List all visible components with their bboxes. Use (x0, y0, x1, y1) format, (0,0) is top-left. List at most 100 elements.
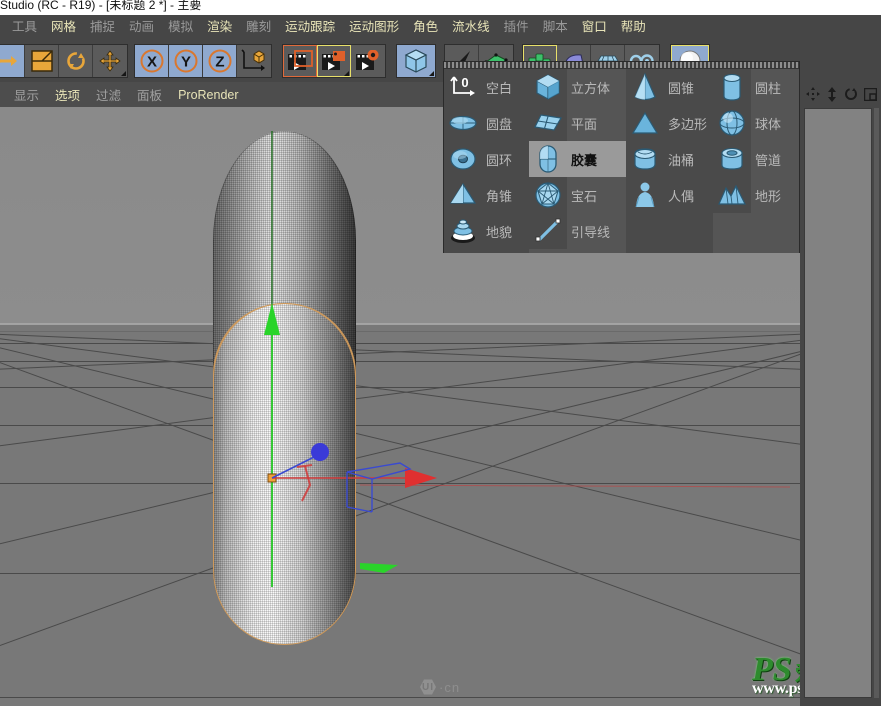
capsule-object-selected[interactable] (213, 303, 356, 645)
menu-item-motiontrack[interactable]: 运动跟踪 (278, 15, 342, 40)
window-titlebar: Studio (RC - R19) - [未标题 2 *] - 主要 (0, 0, 881, 15)
layout-icon[interactable] (864, 88, 877, 101)
viewport-menu-options[interactable]: 选项 (47, 85, 88, 104)
palette-item-disc[interactable]: 圆盘 (444, 105, 529, 141)
palette-item-label: 宝石 (567, 186, 597, 205)
palette-item-label: 多边形 (664, 114, 707, 133)
palette-item-cube[interactable]: 立方体 (529, 69, 626, 105)
scale-tool-icon[interactable] (826, 87, 838, 102)
polygon-icon (626, 105, 664, 141)
menu-item-window[interactable]: 窗口 (575, 15, 614, 40)
menu-item-plugins[interactable]: 插件 (497, 15, 536, 40)
palette-item-cone[interactable]: 圆锥 (626, 69, 713, 105)
null-object-icon: 0 (444, 69, 482, 105)
world-object-axis-button[interactable] (237, 45, 271, 77)
palette-item-label: 立方体 (567, 78, 610, 97)
object-manager-area[interactable] (804, 108, 872, 698)
menu-item-animation[interactable]: 动画 (122, 15, 161, 40)
palette-item-label: 圆锥 (664, 78, 694, 97)
svg-text:Y: Y (180, 54, 190, 71)
svg-text:0: 0 (461, 75, 468, 90)
render-settings-button[interactable] (351, 45, 385, 77)
palette-item-null[interactable]: 0 空白 (444, 69, 529, 105)
main-menubar[interactable]: 工具 网格 捕捉 动画 模拟 渲染 雕刻 运动跟踪 运动图形 角色 流水线 插件… (0, 15, 881, 40)
toolbar-group-render (282, 44, 386, 78)
palette-item-polygon[interactable]: 多边形 (626, 105, 713, 141)
grid-floor (0, 325, 800, 706)
relief-icon (713, 177, 751, 213)
palette-column-2: 立方体 平面 (529, 69, 626, 253)
capsule-icon (529, 141, 567, 177)
menu-item-character[interactable]: 角色 (406, 15, 445, 40)
axis-y-lock-button[interactable]: Y (169, 45, 203, 77)
palette-item-tube[interactable]: 管道 (713, 141, 799, 177)
palette-item-oil-tank[interactable]: 油桶 (626, 141, 713, 177)
palette-item-platonic[interactable]: 宝石 (529, 177, 626, 213)
render-settings-icon (355, 50, 381, 72)
tube-icon (713, 141, 751, 177)
palette-item-relief[interactable]: 地形 (713, 177, 799, 213)
c4d-application-window: Studio (RC - R19) - [未标题 2 *] - 主要 工具 网格… (0, 0, 881, 706)
plane-icon (529, 105, 567, 141)
rotate-tool-button[interactable] (59, 45, 93, 77)
right-panel-toolbar[interactable] (800, 82, 881, 106)
palette-item-guide-line[interactable]: 引导线 (529, 213, 626, 249)
submenu-corner-indicator[interactable] (429, 71, 434, 76)
submenu-corner-indicator[interactable] (344, 71, 349, 76)
viewport-menu-display[interactable]: 显示 (6, 85, 47, 104)
menu-item-pipeline[interactable]: 流水线 (445, 15, 497, 40)
menu-item-simulate[interactable]: 模拟 (161, 15, 200, 40)
cone-icon (626, 69, 664, 105)
primitive-cube-button[interactable] (397, 45, 435, 77)
palette-item-label: 油桶 (664, 150, 694, 169)
axis-z-lock-button[interactable]: Z (203, 45, 237, 77)
ui-logo-icon: UI (420, 679, 436, 695)
world-object-axis-icon (241, 49, 267, 73)
menu-item-snap[interactable]: 捕捉 (83, 15, 122, 40)
pyramid-icon (444, 177, 482, 213)
palette-item-plane[interactable]: 平面 (529, 105, 626, 141)
axis-x-lock-button[interactable]: X (135, 45, 169, 77)
palette-item-label: 胶囊 (567, 150, 597, 169)
undo-redo-icon (0, 52, 19, 70)
move-tool-button[interactable] (93, 45, 127, 77)
menu-item-mograph[interactable]: 运动图形 (342, 15, 406, 40)
submenu-corner-indicator[interactable] (121, 71, 126, 76)
palette-item-landscape[interactable]: 地貌 (444, 213, 529, 249)
scale-tool-button[interactable] (25, 45, 59, 77)
menu-item-script[interactable]: 脚本 (536, 15, 575, 40)
viewport-menu-panel[interactable]: 面板 (129, 85, 170, 104)
right-panel-scrollbar[interactable] (874, 108, 879, 698)
menu-item-render[interactable]: 渲染 (200, 15, 239, 40)
menu-item-help[interactable]: 帮助 (614, 15, 653, 40)
palette-item-torus[interactable]: 圆环 (444, 141, 529, 177)
palette-item-label: 球体 (751, 114, 781, 133)
palette-item-pyramid[interactable]: 角锥 (444, 177, 529, 213)
render-picture-viewer-button[interactable] (317, 45, 351, 77)
viewport-menu-prorender[interactable]: ProRender (170, 88, 246, 102)
palette-column-1: 0 空白 圆盘 (444, 69, 529, 253)
palette-column-4: 圆柱 球体 (713, 69, 799, 253)
palette-item-capsule[interactable]: 胶囊 (529, 141, 626, 177)
render-picture-viewer-icon (321, 50, 347, 72)
viewport-menu-filter[interactable]: 过滤 (88, 85, 129, 104)
render-view-button[interactable] (283, 45, 317, 77)
toolbar-group-transform (0, 44, 128, 78)
palette-item-figure[interactable]: 人偶 (626, 177, 713, 213)
undo-redo-button[interactable] (0, 45, 25, 77)
menu-item-mesh[interactable]: 网格 (44, 15, 83, 40)
rotate-tool-icon[interactable] (844, 87, 858, 101)
primitives-palette-popup[interactable]: 0 空白 圆盘 (443, 61, 800, 253)
palette-item-label: 管道 (751, 150, 781, 169)
menu-item-sculpt[interactable]: 雕刻 (239, 15, 278, 40)
guide-line-icon (529, 213, 567, 249)
menu-item-tools[interactable]: 工具 (5, 15, 44, 40)
cylinder-icon (713, 69, 751, 105)
sphere-icon (713, 105, 751, 141)
palette-item-sphere[interactable]: 球体 (713, 105, 799, 141)
watermark-ui-cn: UI ·cn (420, 679, 460, 695)
palette-drag-grip[interactable] (444, 62, 799, 69)
palette-item-cylinder[interactable]: 圆柱 (713, 69, 799, 105)
move-tool-icon[interactable] (806, 87, 820, 101)
figure-icon (626, 177, 664, 213)
